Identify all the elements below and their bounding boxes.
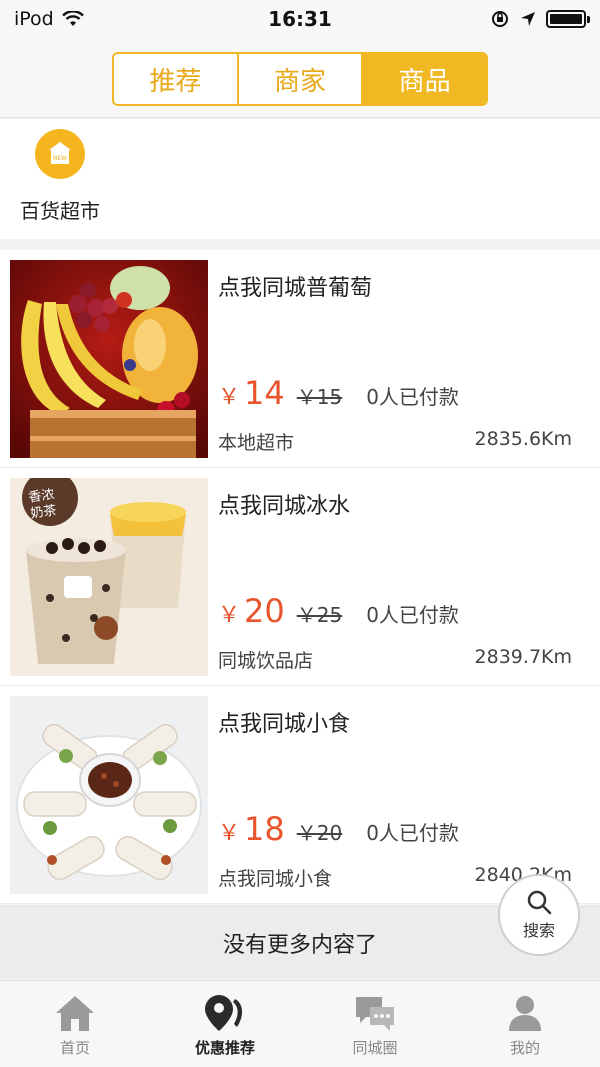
chat-bubbles-icon [356,997,394,1031]
user-icon [509,996,541,1031]
category-label: 百货超市 [20,199,100,223]
segment-merchants[interactable]: 商家 [236,54,362,104]
product-info: 点我同城小食 ￥ 18 ￥20 0人已付款 点我同城小食 2840.2Km [218,696,572,894]
price-row: ￥ 14 ￥15 0人已付款 [218,374,459,412]
distance: 2835.6Km [474,428,572,450]
paid-count: 0人已付款 [366,603,459,627]
product-price: ￥ 18 [218,810,285,848]
product-list: 点我同城普葡萄 ￥ 14 ￥15 0人已付款 本地超市 2835.6Km 香浓 奶… [0,250,600,904]
segment-products[interactable]: 商品 [361,54,486,104]
tab-home[interactable]: 首页 [0,981,150,1067]
paid-count: 0人已付款 [366,385,459,409]
product-price: ￥ 14 [218,374,285,412]
paid-count: 0人已付款 [366,821,459,845]
wifi-icon [61,11,84,26]
status-right [490,9,590,29]
tab-mine[interactable]: 我的 [450,981,600,1067]
category-department-store[interactable]: NEW 百货超市 [10,129,110,224]
meta-row: 本地超市 2835.6Km [218,428,572,455]
segment-control: 推荐 商家 商品 [112,52,488,106]
product-title: 点我同城冰水 [218,494,351,519]
status-bar: iPod 16:31 [0,0,600,38]
search-label: 搜索 [522,921,555,940]
product-title: 点我同城小食 [218,712,351,737]
product-info: 点我同城普葡萄 ￥ 14 ￥15 0人已付款 本地超市 2835.6Km [218,260,572,458]
tab-label: 首页 [59,1039,90,1057]
product-price: ￥ 20 [218,592,285,630]
shop-name: 本地超市 [218,432,295,454]
home-icon [56,996,94,1031]
product-image-milk-tea: 香浓 奶茶 [10,478,208,676]
tab-community[interactable]: 同城圈 [300,981,450,1067]
device-name: iPod [14,8,54,30]
product-item[interactable]: 香浓 奶茶 点我同城冰水 ￥ 20 ￥25 0人已付款 同城饮品店 2839.7… [0,468,600,686]
category-section: NEW 百货超市 [0,119,600,239]
original-price: ￥25 [296,603,343,627]
price-row: ￥ 20 ￥25 0人已付款 [218,592,459,630]
tab-deals[interactable]: 优惠推荐 [150,981,300,1067]
product-title: 点我同城普葡萄 [218,276,373,301]
tab-label: 我的 [509,1039,540,1057]
segment-recommend[interactable]: 推荐 [114,54,237,104]
original-price: ￥15 [296,385,343,409]
product-image-fruit-basket [10,260,208,458]
product-item[interactable]: 点我同城小食 ￥ 18 ￥20 0人已付款 点我同城小食 2840.2Km [0,686,600,904]
search-icon [527,890,552,915]
product-image-spring-rolls [10,696,208,894]
header: 推荐 商家 商品 [0,38,600,118]
new-store-icon: NEW [35,129,85,179]
svg-text:NEW: NEW [53,155,67,162]
map-pin-icon [205,995,243,1031]
search-button[interactable]: 搜索 [498,874,580,956]
product-info: 点我同城冰水 ￥ 20 ￥25 0人已付款 同城饮品店 2839.7Km [218,478,572,676]
distance: 2839.7Km [474,646,572,668]
tab-bar: 首页 优惠推荐 同城圈 我的 [0,980,600,1067]
product-item[interactable]: 点我同城普葡萄 ￥ 14 ￥15 0人已付款 本地超市 2835.6Km [0,250,600,468]
orientation-lock-icon [492,11,508,27]
price-row: ￥ 18 ￥20 0人已付款 [218,810,459,848]
shop-name: 同城饮品店 [218,650,314,672]
battery-icon [546,10,590,28]
tab-label: 同城圈 [352,1039,398,1057]
meta-row: 同城饮品店 2839.7Km [218,646,572,673]
status-left: iPod [14,8,84,30]
tab-label: 优惠推荐 [194,1039,255,1057]
location-arrow-icon [521,12,535,26]
shop-name: 点我同城小食 [218,868,333,890]
original-price: ￥20 [296,821,343,845]
